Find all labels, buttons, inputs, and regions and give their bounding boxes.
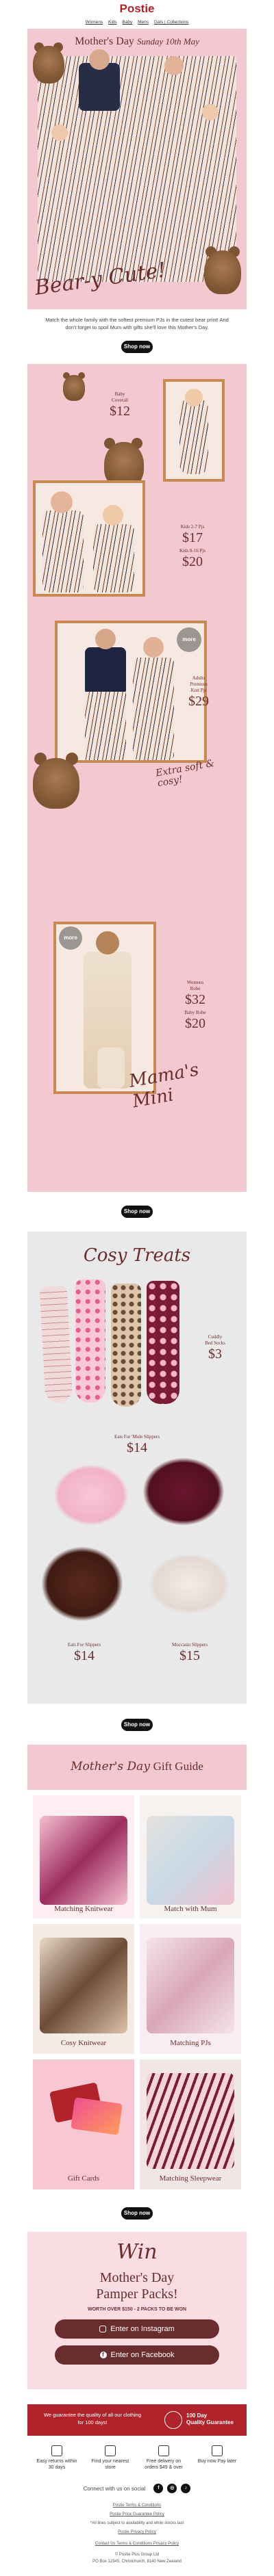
womens-robe-tag: Womens Robe $32 Baby Robe $20 <box>184 980 206 1031</box>
nav-womens[interactable]: Womens <box>86 20 103 25</box>
win-section: Win Mother's Day Pamper Packs! WORTH OVE… <box>27 2232 247 2389</box>
pink-fluffy-slippers-image[interactable] <box>53 1464 129 1526</box>
burgundy-fluffy-slippers-image[interactable] <box>142 1457 225 1526</box>
box-icon <box>51 2445 62 2456</box>
footer: Postie Terms & Conditions Postie Price G… <box>27 2500 247 2568</box>
cosy-treats-title: Cosy Treats <box>83 1245 191 1266</box>
adults-pjs-tag: Adults Premium Knit Pjs $29 <box>188 675 209 709</box>
win-title-line2: Pamper Packs! <box>96 2287 178 2302</box>
baby-coverall-tag: Baby Coverall $12 <box>110 391 130 419</box>
facebook-social-icon[interactable]: f <box>153 2484 164 2493</box>
quality-badge-icon <box>164 2411 182 2429</box>
usp-delivery[interactable]: Free delivery on orders $49 & over <box>142 2445 185 2475</box>
brand-logo[interactable]: Postie <box>0 2 274 16</box>
gift-item-matching-knitwear[interactable]: Matching Knitwear <box>33 1795 134 1918</box>
moccasin-slippers-image[interactable] <box>148 1553 230 1615</box>
gift-guide-grid: Matching Knitwear Match with Mum Cosy Kn… <box>27 1790 247 2194</box>
usp-returns[interactable]: Easy returns within 30 days <box>36 2445 78 2475</box>
kids-photo-frame[interactable] <box>33 480 145 597</box>
hero-banner[interactable]: Mother's Day Sunday 10th May Bear-y Cute… <box>27 29 247 309</box>
figure-adult-left <box>79 63 120 111</box>
gift-item-matching-pjs[interactable]: Matching PJs <box>140 1924 241 2054</box>
teddy-bear-small <box>63 372 86 401</box>
moccasin-slippers-tag: Moccasin Slippers $15 <box>172 1642 208 1663</box>
mule-slippers-tag: Eats For 'Mule Slippers $14 <box>114 1434 160 1455</box>
footer-address: PO Box 12345, Christchurch, 8140 New Zea… <box>92 2560 182 2564</box>
quality-badge-text: 100 Day Quality Guarantee <box>186 2412 234 2425</box>
cosy-treats-section: Cosy Treats Cuddly Bed Socks $3 Eats For… <box>27 1232 247 1704</box>
connect-label: Connect with us on social <box>83 2485 146 2492</box>
footer-link-price-guarantee[interactable]: Postie Price Guarantee Policy <box>110 2512 164 2516</box>
win-script: Win <box>116 2240 158 2264</box>
footer-link-terms[interactable]: Postie Terms & Conditions <box>113 2503 161 2508</box>
teddy-bear-right <box>204 246 242 294</box>
family-section: Baby Coverall $12 Kids 2-7 Pjs $17 Kids … <box>27 364 247 1192</box>
hero-body-text: Match the whole family with the softest … <box>45 317 229 330</box>
figure-head-4 <box>202 104 219 120</box>
gift-guide-header: Mother's Day Gift Guide <box>27 1745 247 1790</box>
quality-banner-text: We guarantee the quality of all our clot… <box>43 2412 142 2425</box>
footer-availability-note: *All lines subject to availability and w… <box>90 2521 184 2525</box>
gift-item-match-with-mum[interactable]: Match with Mum <box>140 1795 241 1918</box>
cosy-shop-now-button[interactable]: Shop now <box>121 1719 153 1731</box>
nav-collections[interactable]: Gals | Collections <box>154 20 188 25</box>
usp-paylater[interactable]: Buy now Pay later <box>196 2445 238 2475</box>
store-icon <box>105 2445 116 2456</box>
nav-baby[interactable]: Baby <box>122 20 132 25</box>
bed-socks-tag: Cuddly Bed Socks $3 <box>205 1334 225 1362</box>
hero-shop-now-button[interactable]: Shop now <box>121 341 153 353</box>
instagram-social-icon[interactable]: ◎ <box>167 2484 177 2493</box>
instagram-icon <box>99 2326 107 2333</box>
card-icon <box>212 2445 223 2456</box>
footer-copyright: © Postie Plus Group Ltd <box>114 2553 160 2557</box>
win-subtitle: WORTH OVER $150 - 2 PACKS TO BE WON <box>87 2307 187 2312</box>
footer-link-privacy[interactable]: Postie Privacy Policy <box>118 2530 156 2534</box>
slide-slippers-tag: Eats For Slippers $14 <box>67 1642 101 1663</box>
figure-adult-right <box>147 70 195 152</box>
tiktok-social-icon[interactable]: ♪ <box>181 2484 191 2493</box>
more-badge-mama[interactable]: more <box>59 926 82 950</box>
usp-store[interactable]: Find your nearest store <box>89 2445 132 2475</box>
footer-link-contact[interactable]: Contact Us Terms & Conditions Privacy Po… <box>95 2542 179 2546</box>
facebook-icon: f <box>99 2352 107 2359</box>
nav-mens[interactable]: Mens <box>138 20 149 25</box>
gift-item-cosy-knitwear[interactable]: Cosy Knitwear <box>33 1924 134 2054</box>
header-nav: Womens Kids Baby Mens Gals | Collections <box>0 20 274 25</box>
teddy-bear-left <box>33 42 66 83</box>
figure-head-1 <box>89 49 110 70</box>
enter-facebook-button[interactable]: f Enter on Facebook <box>55 2345 219 2365</box>
usp-row: Easy returns within 30 days Find your ne… <box>36 2445 238 2475</box>
social-row: Connect with us on social f ◎ ♪ <box>27 2482 247 2495</box>
header: Postie Womens Kids Baby Mens Gals | Coll… <box>0 0 274 29</box>
win-title-line1: Mother's Day <box>99 2270 175 2285</box>
kids-pjs-tag: Kids 2-7 Pjs $17 Kids 8-16 Pjs $20 <box>179 524 206 569</box>
baby-photo-frame[interactable] <box>163 379 225 482</box>
more-badge-adults[interactable]: more <box>177 627 201 652</box>
gift-item-gift-cards[interactable]: Gift Cards <box>33 2059 134 2189</box>
bed-socks-image[interactable] <box>39 1279 186 1416</box>
nav-kids[interactable]: Kids <box>108 20 117 25</box>
gift-item-matching-sleepwear[interactable]: Matching Sleepwear <box>140 2059 241 2189</box>
figure-head-2 <box>164 56 184 75</box>
enter-instagram-button[interactable]: Enter on Instagram <box>55 2319 219 2339</box>
truck-icon <box>158 2445 169 2456</box>
gift-guide-title: Mother's Day Gift Guide <box>71 1760 203 1773</box>
figure-head-3 <box>51 125 68 141</box>
teddy-bear-adults <box>33 753 81 809</box>
quality-banner: We guarantee the quality of all our clot… <box>27 2404 247 2436</box>
family-shop-now-button[interactable]: Shop now <box>121 1206 153 1218</box>
gift-card-icon-2 <box>71 2097 123 2135</box>
brown-slide-slippers-image[interactable] <box>41 1546 123 1622</box>
gift-guide-shop-now-button[interactable]: Shop now <box>121 2207 153 2220</box>
